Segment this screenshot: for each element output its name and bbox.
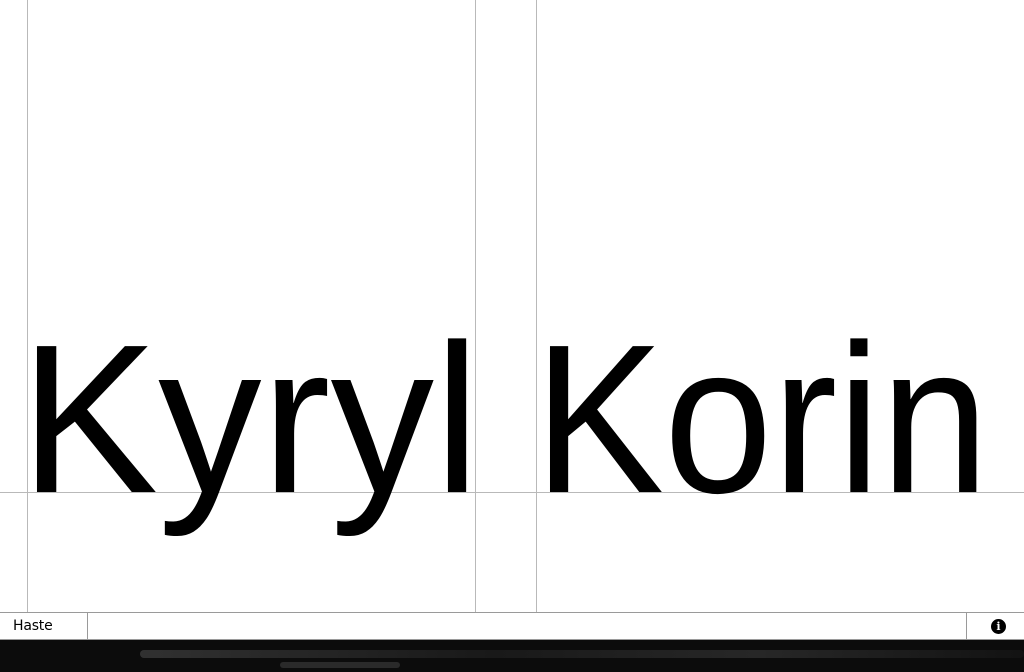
hero-canvas: Kyryl Korin [0, 0, 1024, 612]
media-preview-strip [0, 640, 1024, 672]
media-streak-secondary [280, 662, 400, 668]
info-button[interactable]: i [966, 613, 1024, 639]
footer-label: Haste [0, 613, 88, 639]
hero-first-name: Kyryl [20, 300, 480, 537]
footer-bar: Haste i [0, 612, 1024, 640]
media-streak [140, 650, 1024, 658]
hero-name: Kyryl Korin [20, 300, 989, 537]
hero-last-name: Korin [534, 300, 989, 537]
footer-spacer [88, 613, 966, 639]
info-icon: i [991, 618, 1006, 634]
